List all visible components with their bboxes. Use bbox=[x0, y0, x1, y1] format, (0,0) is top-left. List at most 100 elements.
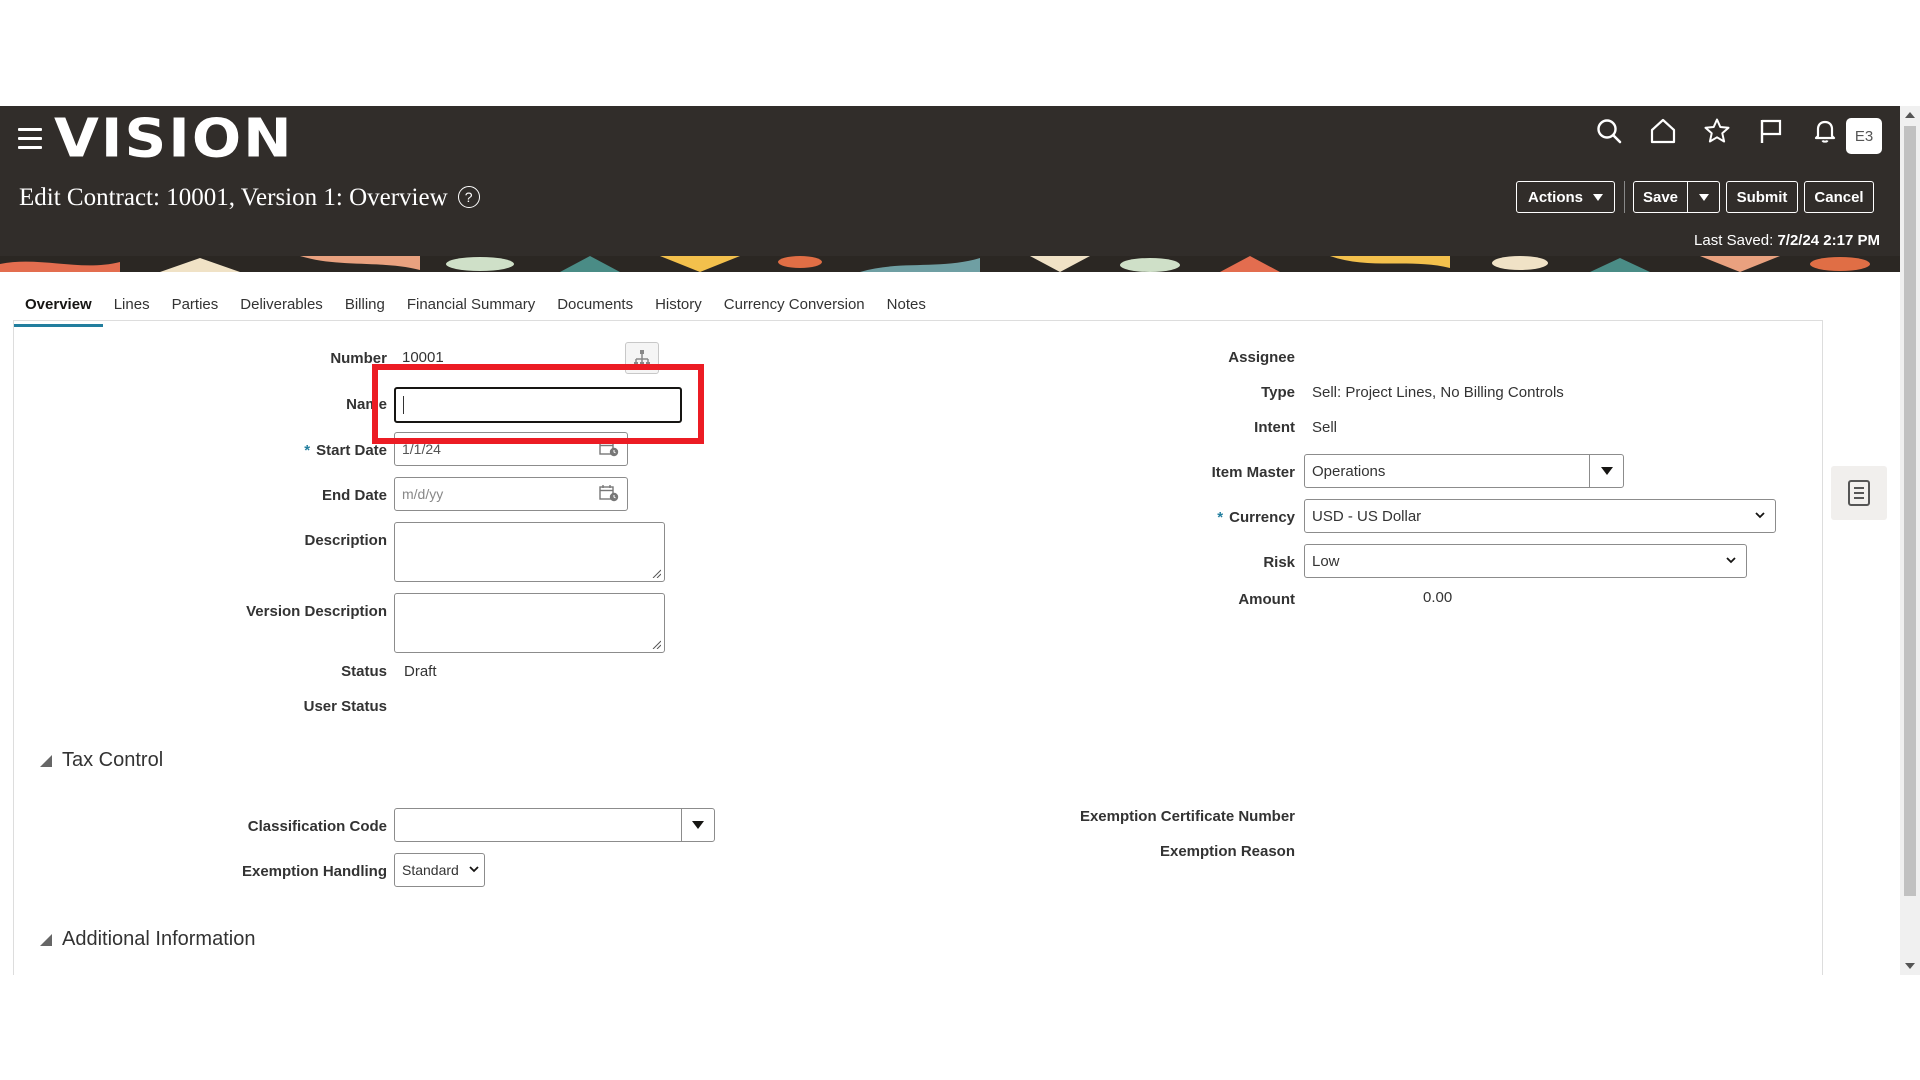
required-indicator: * bbox=[304, 442, 311, 459]
collapse-icon[interactable] bbox=[40, 754, 52, 767]
save-menu-button[interactable] bbox=[1687, 181, 1720, 213]
exemption-handling-value: Standard bbox=[402, 862, 459, 878]
resize-handle-icon[interactable] bbox=[651, 639, 661, 649]
chevron-down-icon bbox=[1698, 193, 1709, 201]
chevron-down-icon bbox=[1726, 557, 1736, 564]
panel-border-left bbox=[13, 320, 14, 975]
risk-label: Risk bbox=[1263, 554, 1295, 571]
top-blank-area bbox=[0, 0, 1920, 106]
cancel-label: Cancel bbox=[1814, 188, 1864, 206]
tab-notes[interactable]: Notes bbox=[876, 286, 937, 324]
description-textarea[interactable] bbox=[394, 522, 665, 582]
classification-code-label: Classification Code bbox=[247, 818, 387, 835]
app-header: VISION E3 Edit Contract: 10001, Version … bbox=[0, 106, 1900, 272]
amount-value: 0.00 bbox=[1423, 589, 1453, 606]
tab-divider bbox=[13, 320, 1823, 321]
resize-handle-icon[interactable] bbox=[651, 568, 661, 578]
exemption-handling-label: Exemption Handling bbox=[241, 863, 387, 880]
intent-label: Intent bbox=[1254, 419, 1295, 436]
risk-value: Low bbox=[1312, 552, 1340, 570]
help-icon[interactable]: ? bbox=[457, 186, 480, 208]
save-label: Save bbox=[1642, 188, 1679, 206]
user-status-label: User Status bbox=[303, 698, 387, 715]
tab-currency-conversion[interactable]: Currency Conversion bbox=[713, 286, 876, 324]
bell-icon[interactable] bbox=[1810, 116, 1840, 146]
side-panel-toggle[interactable] bbox=[1831, 466, 1887, 520]
cancel-button[interactable]: Cancel bbox=[1804, 181, 1874, 213]
status-label: Status bbox=[341, 663, 387, 680]
flag-icon[interactable] bbox=[1756, 116, 1786, 146]
chevron-down-icon bbox=[1755, 512, 1765, 519]
page-title: Edit Contract: 10001, Version 1: Overvie… bbox=[19, 184, 480, 212]
version-description-label: Version Description bbox=[246, 603, 387, 620]
start-date-label-text: Start Date bbox=[316, 442, 387, 459]
currency-label: * Currency bbox=[1217, 509, 1295, 526]
currency-value: USD - US Dollar bbox=[1312, 507, 1422, 525]
submit-button[interactable]: Submit bbox=[1726, 181, 1798, 213]
end-date-placeholder: m/d/yy bbox=[402, 486, 444, 502]
additional-information-section-header[interactable]: Additional Information bbox=[40, 928, 255, 951]
item-master-dropdown-button[interactable] bbox=[1589, 454, 1624, 488]
end-date-input[interactable]: m/d/yy bbox=[394, 477, 628, 511]
tax-control-title: Tax Control bbox=[62, 749, 164, 771]
chevron-down-icon bbox=[469, 866, 479, 873]
description-label: Description bbox=[304, 532, 387, 549]
last-saved: Last Saved: 7/2/24 2:17 PM bbox=[1694, 232, 1880, 249]
star-icon[interactable] bbox=[1702, 116, 1732, 146]
status-value: Draft bbox=[404, 663, 437, 680]
home-icon[interactable] bbox=[1648, 116, 1678, 146]
exemption-reason-label: Exemption Reason bbox=[1159, 843, 1295, 860]
tax-control-section-header[interactable]: Tax Control bbox=[40, 749, 163, 772]
decorative-banner bbox=[0, 256, 1900, 272]
exemption-handling-select[interactable]: Standard bbox=[394, 853, 485, 887]
app-frame: VISION E3 Edit Contract: 10001, Version … bbox=[0, 106, 1920, 975]
required-indicator: * bbox=[1217, 509, 1224, 526]
tab-billing[interactable]: Billing bbox=[334, 286, 396, 324]
vertical-scrollbar[interactable] bbox=[1900, 106, 1920, 975]
app-logo[interactable]: VISION bbox=[54, 110, 294, 165]
collapse-icon[interactable] bbox=[40, 933, 52, 946]
tab-parties[interactable]: Parties bbox=[161, 286, 230, 324]
scrollbar-thumb[interactable] bbox=[1904, 126, 1916, 896]
menu-icon[interactable] bbox=[18, 128, 42, 150]
risk-select[interactable]: Low bbox=[1304, 544, 1747, 578]
last-saved-label: Last Saved: bbox=[1694, 232, 1774, 249]
highlight-box bbox=[372, 364, 704, 444]
document-icon bbox=[1848, 480, 1870, 506]
calendar-icon[interactable] bbox=[599, 484, 619, 502]
intent-value: Sell bbox=[1312, 419, 1338, 436]
item-master-value: Operations bbox=[1312, 462, 1386, 480]
version-description-textarea[interactable] bbox=[394, 593, 665, 653]
tab-deliverables[interactable]: Deliverables bbox=[229, 286, 334, 324]
panel-border-right bbox=[1822, 320, 1823, 975]
header-icons bbox=[1570, 116, 1840, 146]
save-button[interactable]: Save bbox=[1633, 181, 1688, 213]
classification-code-dropdown-button[interactable] bbox=[681, 808, 715, 842]
item-master-label: Item Master bbox=[1211, 464, 1295, 481]
user-avatar[interactable]: E3 bbox=[1846, 118, 1882, 154]
exemption-certificate-label: Exemption Certificate Number bbox=[1079, 808, 1295, 825]
tab-documents[interactable]: Documents bbox=[546, 286, 644, 324]
chevron-down-icon bbox=[1600, 467, 1613, 475]
submit-label: Submit bbox=[1736, 188, 1788, 206]
actions-button[interactable]: Actions bbox=[1516, 181, 1615, 213]
currency-label-text: Currency bbox=[1229, 509, 1295, 526]
tab-financial-summary[interactable]: Financial Summary bbox=[396, 286, 546, 324]
tab-history[interactable]: History bbox=[644, 286, 713, 324]
classification-code-input[interactable] bbox=[394, 808, 682, 842]
start-date-label: * Start Date bbox=[304, 442, 387, 459]
item-master-input[interactable]: Operations bbox=[1304, 454, 1590, 488]
additional-information-title: Additional Information bbox=[62, 928, 256, 950]
last-saved-value: 7/2/24 2:17 PM bbox=[1777, 232, 1880, 249]
assignee-label: Assignee bbox=[1228, 349, 1295, 366]
scroll-down-icon[interactable] bbox=[1905, 963, 1915, 969]
currency-select[interactable]: USD - US Dollar bbox=[1304, 499, 1776, 533]
scroll-up-icon[interactable] bbox=[1905, 112, 1915, 118]
chevron-down-icon bbox=[692, 821, 704, 829]
page-title-text: Edit Contract: 10001, Version 1: Overvie… bbox=[19, 184, 448, 211]
type-label: Type bbox=[1261, 384, 1295, 401]
chevron-down-icon bbox=[1593, 193, 1603, 201]
amount-label: Amount bbox=[1238, 591, 1295, 608]
tab-lines[interactable]: Lines bbox=[103, 286, 161, 324]
search-icon[interactable] bbox=[1594, 116, 1624, 146]
